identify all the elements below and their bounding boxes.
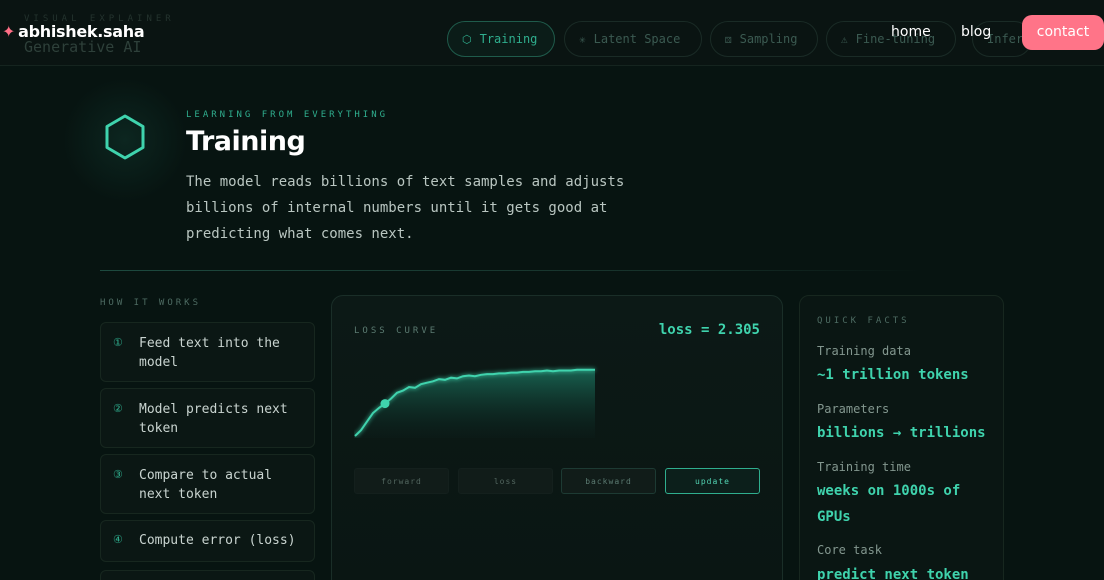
step-item[interactable]: ① Feed text into the model — [100, 322, 315, 382]
loss-marker-dot — [380, 399, 390, 409]
nav-blog-link[interactable]: blog — [961, 24, 991, 40]
step-item[interactable]: ③ Compare to actual next token — [100, 454, 315, 514]
loss-area — [355, 369, 595, 438]
quick-facts-card: QUICK FACTS Training data ~1 trillion to… — [799, 295, 1004, 580]
phase-update[interactable]: update — [665, 468, 760, 494]
page-title: Training — [186, 126, 306, 157]
fact-value: weeks on 1000s of GPUs — [817, 483, 961, 525]
tab-latent-space[interactable]: ✳ Latent Space — [564, 21, 702, 57]
loss-value: loss = 2.305 — [658, 322, 760, 338]
tab-sampling[interactable]: ⚄ Sampling — [710, 21, 818, 57]
step-text: Compare to actual next token — [139, 468, 273, 502]
step-item[interactable] — [100, 570, 315, 580]
step-text: Model predicts next token — [139, 402, 288, 436]
tab-training[interactable]: ⬡ Training — [447, 21, 555, 57]
tab-label: Latent Space — [593, 32, 681, 46]
tab-label: Sampling — [739, 32, 798, 46]
phase-loss[interactable]: loss — [458, 468, 553, 494]
hexagon-icon — [105, 114, 145, 160]
step-text: Feed text into the model — [139, 336, 280, 370]
fact-value: ~1 trillion tokens — [817, 367, 969, 383]
step-number: ④ — [113, 533, 123, 546]
phase-backward[interactable]: backward — [561, 468, 656, 494]
fact-value: predict next token — [817, 567, 969, 580]
section-divider — [100, 270, 920, 271]
hero-subtitle: The model reads billions of text samples… — [186, 174, 625, 242]
warning-icon: ⚠ — [841, 33, 848, 46]
brand-name: abhishek.saha — [18, 22, 145, 41]
loss-curve-card: LOSS CURVE loss = 2.305 forward loss bac… — [331, 295, 783, 580]
fact-label: Training time — [817, 460, 911, 474]
step-item[interactable]: ④ Compute error (loss) — [100, 520, 315, 562]
sparkle-icon: ✳ — [579, 33, 586, 46]
hero-kicker: LEARNING FROM EVERYTHING — [186, 110, 389, 120]
fact-label: Training data — [817, 344, 911, 358]
hexagon-icon: ⬡ — [462, 33, 472, 46]
fact-label: Parameters — [817, 402, 890, 416]
phase-forward[interactable]: forward — [354, 468, 449, 494]
step-item[interactable]: ② Model predicts next token — [100, 388, 315, 448]
tab-label: Training — [479, 32, 538, 46]
dice-icon: ⚄ — [725, 33, 732, 46]
fact-value: billions → trillions — [817, 425, 986, 441]
contact-button[interactable]: contact — [1022, 15, 1104, 50]
sparkle-logo-icon: ✦ — [2, 22, 16, 41]
loss-curve-chart — [354, 368, 595, 438]
step-number: ③ — [113, 468, 123, 481]
step-text: Compute error (loss) — [139, 533, 296, 548]
quick-facts-label: QUICK FACTS — [817, 316, 910, 326]
step-number: ② — [113, 402, 123, 415]
how-it-works-label: HOW IT WORKS — [100, 298, 202, 308]
nav-home-link[interactable]: home — [891, 24, 931, 40]
top-navigation-bar: VISUAL EXPLAINER Generative AI ⬡ Training… — [0, 0, 1104, 66]
step-number: ① — [113, 336, 123, 349]
loss-curve-label: LOSS CURVE — [354, 326, 439, 336]
site-logo[interactable]: ✦ abhishek.saha — [2, 22, 145, 41]
fact-label: Core task — [817, 543, 883, 557]
